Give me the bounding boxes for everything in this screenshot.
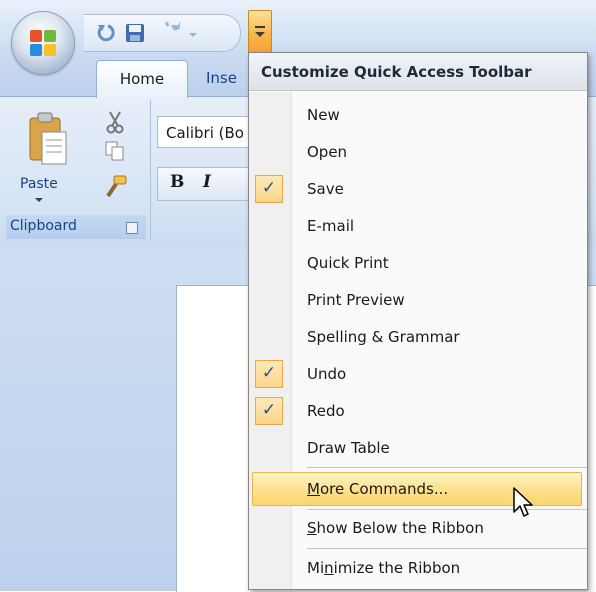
dialog-launcher-icon[interactable] [126, 222, 138, 234]
menu-item-label: Minimize the Ribbon [307, 559, 461, 577]
menu-item-minimize-ribbon[interactable]: Minimize the Ribbon [249, 550, 587, 586]
menu-title: Customize Quick Access Toolbar [249, 53, 587, 91]
clipboard-group-label: Clipboard [10, 218, 77, 234]
menu-separator [307, 467, 587, 468]
menu-item-undo[interactable]: ✓ Undo [249, 356, 587, 392]
menu-item-open[interactable]: Open [249, 134, 587, 170]
tab-insert[interactable]: Inse [206, 60, 237, 96]
checkmark-icon: ✓ [255, 397, 283, 425]
redo-dropdown-icon[interactable] [186, 22, 200, 44]
paste-dropdown-icon[interactable] [35, 198, 43, 202]
paste-icon[interactable] [26, 110, 70, 170]
menu-item-label: Draw Table [307, 439, 390, 457]
bold-button[interactable]: B [170, 172, 184, 192]
group-divider [150, 100, 151, 240]
paste-button-label[interactable]: Paste [20, 176, 58, 192]
menu-item-label: Open [307, 143, 348, 161]
menu-item-label: Show Below the Ribbon [307, 519, 484, 537]
menu-item-label: Quick Print [307, 254, 389, 272]
office-button-icon [30, 30, 56, 56]
cut-icon[interactable] [104, 110, 126, 134]
undo-icon[interactable] [96, 22, 118, 44]
checkmark-icon: ✓ [255, 175, 283, 203]
menu-item-label: Spelling & Grammar [307, 328, 460, 346]
menu-item-new[interactable]: New [249, 97, 587, 133]
customize-quick-access-toolbar-button[interactable] [248, 10, 272, 54]
menu-item-email[interactable]: E-mail [249, 208, 587, 244]
copy-icon[interactable] [104, 140, 126, 162]
save-icon[interactable] [124, 22, 146, 44]
menu-item-redo[interactable]: ✓ Redo [249, 393, 587, 429]
office-button[interactable] [12, 12, 74, 74]
menu-item-label: E-mail [307, 217, 355, 235]
redo-icon[interactable] [158, 22, 180, 44]
menu-item-label: Undo [307, 365, 347, 383]
menu-item-label: Redo [307, 402, 345, 420]
mouse-pointer-icon [513, 487, 533, 517]
menu-item-label: More Commands... [307, 480, 449, 498]
checkmark-icon: ✓ [255, 360, 283, 388]
italic-button[interactable]: I [203, 172, 211, 192]
customize-dropdown-icon [255, 26, 265, 28]
menu-item-spelling-grammar[interactable]: Spelling & Grammar [249, 319, 587, 355]
menu-item-label: Save [307, 180, 344, 198]
menu-item-save[interactable]: ✓ Save [249, 171, 587, 207]
font-name-select[interactable]: Calibri (Bo [157, 116, 257, 148]
menu-item-draw-table[interactable]: Draw Table [249, 430, 587, 466]
menu-separator [307, 548, 587, 549]
menu-item-quick-print[interactable]: Quick Print [249, 245, 587, 281]
menu-item-label: New [307, 106, 340, 124]
format-painter-icon[interactable] [102, 174, 128, 200]
menu-item-print-preview[interactable]: Print Preview [249, 282, 587, 318]
menu-item-label: Print Preview [307, 291, 405, 309]
tab-home[interactable]: Home [96, 60, 188, 98]
